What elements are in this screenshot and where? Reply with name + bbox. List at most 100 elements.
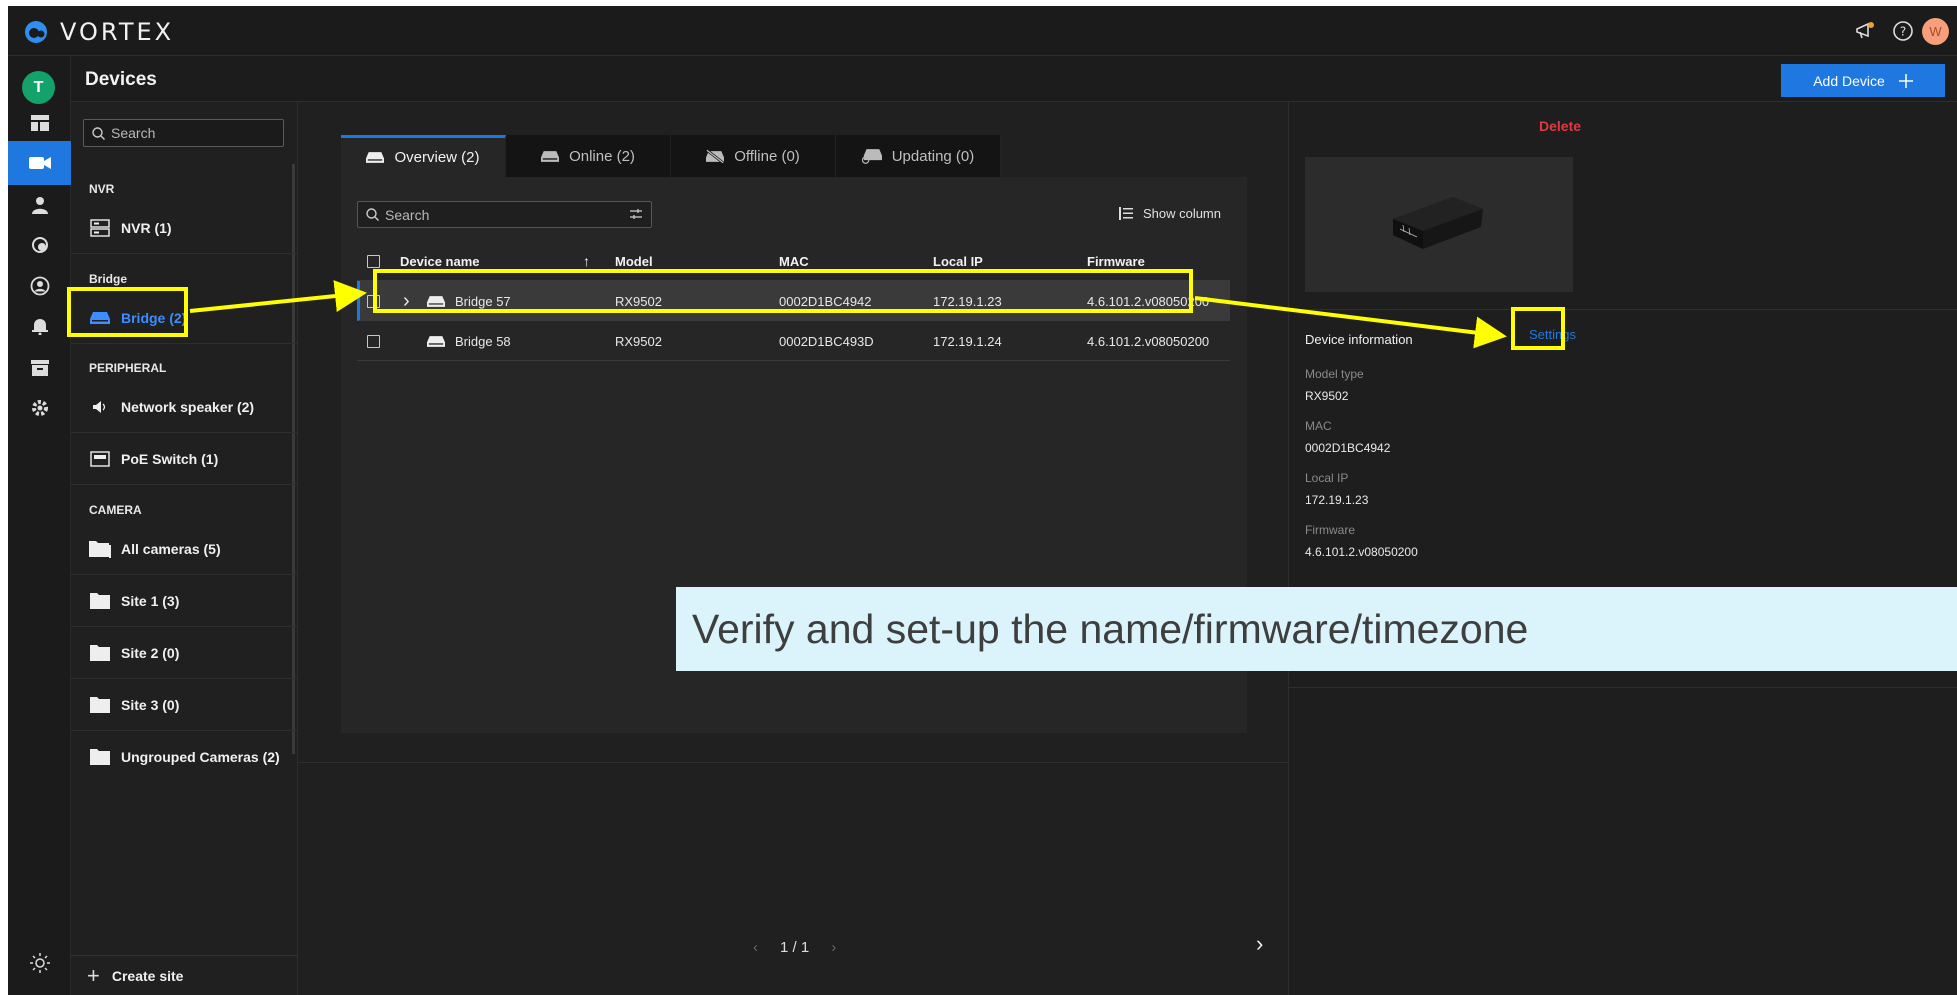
table-row[interactable]: › Bridge 57 RX9502 0002D1BC4942 172.19.1… (357, 281, 1230, 321)
device-name[interactable]: Bridge 58 (455, 321, 511, 361)
row-checkbox[interactable] (367, 334, 380, 348)
add-device-button[interactable]: Add Device (1781, 64, 1945, 97)
device-detail-panel: Delete Device information Settings Model… (1288, 102, 1957, 995)
bridge-updating-icon (861, 149, 882, 164)
col-firmware[interactable]: Firmware (1087, 241, 1145, 281)
sidebar-item-label: Site 3 (0) (121, 696, 180, 713)
top-bar: VORTEX ? W (8, 6, 1957, 56)
device-mac: 0002D1BC4942 (779, 293, 872, 309)
show-column-label: Show column (1142, 206, 1221, 221)
folder-icon (89, 642, 111, 664)
table-row[interactable]: Bridge 58 RX9502 0002D1BC493D 172.19.1.2… (357, 321, 1230, 361)
sidebar-item-network-speaker[interactable]: Network speaker (2) (71, 381, 298, 433)
sidebar-item-label: Bridge (2) (121, 309, 187, 326)
plus-icon: + (87, 962, 100, 988)
section-peripheral: PERIPHERAL (89, 361, 167, 375)
sidebar-item-nvr[interactable]: NVR (1) (71, 202, 298, 254)
table-search-input[interactable] (385, 206, 625, 223)
org-avatar[interactable]: T (22, 71, 55, 104)
col-device-name[interactable]: Device name (400, 241, 480, 281)
expand-chevron-icon[interactable]: › (403, 281, 410, 321)
row-checkbox[interactable] (367, 294, 380, 308)
row-checkbox-cell (367, 281, 380, 321)
speaker-icon (89, 396, 111, 418)
tab-label: Overview (2) (394, 149, 480, 166)
bell-icon[interactable] (8, 304, 71, 348)
info-label: Local IP (1305, 471, 1349, 485)
sidebar-item-bridge[interactable]: Bridge (2) (71, 292, 298, 344)
page-indicator: 1 / 1 (780, 939, 810, 956)
divider (1289, 687, 1957, 688)
add-device-label: Add Device (1813, 72, 1885, 89)
sidebar-item-ungrouped-cameras[interactable]: Ungrouped Cameras (2) (71, 731, 298, 783)
dashboard-icon[interactable] (8, 101, 71, 145)
filter-sliders-icon[interactable] (629, 207, 643, 221)
tab-offline[interactable]: Offline (0) (671, 135, 836, 177)
nvr-icon (89, 217, 111, 239)
sort-arrow-icon[interactable]: ↑ (583, 241, 590, 281)
col-model[interactable]: Model (615, 241, 653, 281)
search-icon (366, 208, 379, 221)
col-local-ip[interactable]: Local IP (933, 241, 983, 281)
sidebar-item-label: Site 1 (3) (121, 592, 180, 609)
show-column-button[interactable]: Show column (1118, 206, 1221, 221)
info-value: RX9502 (1305, 389, 1349, 403)
section-bridge: Bridge (89, 272, 128, 286)
sidebar-search-input[interactable] (111, 125, 271, 141)
info-value: 172.19.1.23 (1305, 493, 1369, 507)
folder-icon (89, 590, 111, 612)
svg-text:?: ? (1900, 25, 1906, 39)
device-model: RX9502 (615, 293, 662, 309)
pagination: ‹ 1 / 1 › (753, 939, 836, 956)
device-image (1305, 157, 1573, 292)
bridge-device-icon (366, 152, 385, 163)
divider (1289, 309, 1957, 310)
status-tabs: Overview (2) Online (2) Offline (0) Upda… (341, 135, 1001, 177)
device-name[interactable]: Bridge 57 (455, 281, 511, 321)
devices-camera-icon[interactable] (8, 141, 71, 185)
chevron-right-icon[interactable]: › (1256, 931, 1263, 957)
page-title: Devices (85, 69, 157, 90)
announcement-icon[interactable] (1853, 19, 1877, 43)
user-avatar[interactable]: W (1922, 18, 1949, 45)
tab-updating[interactable]: Updating (0) (836, 135, 1001, 177)
next-page-button[interactable]: › (831, 939, 836, 956)
tag-icon[interactable] (8, 223, 71, 267)
table-header-row: Device name ↑ Model MAC Local IP Firmwar… (357, 241, 1230, 281)
device-information-title: Device information (1305, 332, 1413, 347)
help-icon[interactable]: ? (1891, 19, 1915, 43)
user-icon[interactable] (8, 183, 71, 227)
bridge-device-icon (89, 307, 111, 329)
device-model: RX9502 (615, 333, 662, 349)
settings-gear-icon[interactable] (8, 386, 71, 430)
table-search[interactable] (357, 201, 652, 228)
logo[interactable]: VORTEX (22, 18, 174, 46)
sidebar-item-all-cameras[interactable]: All cameras (5) (71, 523, 298, 575)
prev-page-button[interactable]: ‹ (753, 939, 758, 956)
bridge-device-icon (427, 281, 445, 321)
account-circle-icon[interactable] (8, 264, 71, 308)
col-mac[interactable]: MAC (779, 241, 809, 281)
create-site-button[interactable]: + Create site (71, 955, 298, 995)
tab-overview[interactable]: Overview (2) (341, 135, 506, 177)
info-label: Model type (1305, 367, 1364, 381)
theme-sun-icon[interactable] (8, 941, 71, 985)
device-mac: 0002D1BC493D (779, 333, 874, 349)
section-nvr: NVR (89, 182, 115, 196)
section-camera: CAMERA (89, 503, 142, 517)
delete-button[interactable]: Delete (1539, 118, 1581, 134)
bridge-offline-icon (706, 148, 725, 164)
sidebar-item-poe-switch[interactable]: PoE Switch (1) (71, 433, 298, 485)
settings-link[interactable]: Settings (1529, 327, 1576, 342)
info-label: MAC (1305, 419, 1332, 433)
sidebar-item-site-3[interactable]: Site 3 (0) (71, 679, 298, 731)
select-all-checkbox[interactable] (367, 254, 380, 268)
sidebar-search[interactable] (83, 119, 284, 147)
plus-icon (1898, 73, 1913, 88)
sidebar-item-site-1[interactable]: Site 1 (3) (71, 575, 298, 627)
archive-icon[interactable] (8, 346, 71, 390)
tab-label: Online (2) (569, 147, 635, 165)
device-ip: 172.19.1.24 (933, 333, 1002, 349)
tab-online[interactable]: Online (2) (506, 135, 671, 177)
sidebar-item-site-2[interactable]: Site 2 (0) (71, 627, 298, 679)
